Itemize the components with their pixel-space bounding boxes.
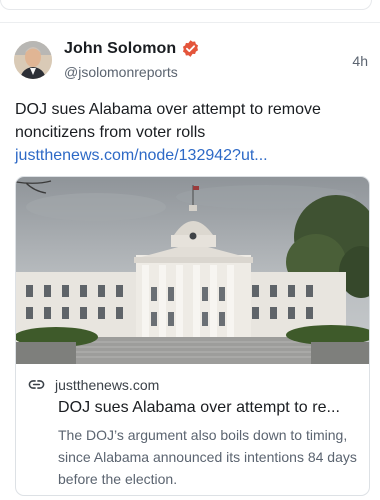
- post-divider: [0, 22, 380, 23]
- link-preview-title: DOJ sues Alabama over attempt to re...: [58, 399, 341, 416]
- link-preview-domain-row: justthenews.com: [28, 376, 159, 393]
- post-text: DOJ sues Alabama over attempt to remove …: [15, 98, 371, 167]
- verified-badge-icon: [181, 39, 200, 58]
- post-body-text: DOJ sues Alabama over attempt to remove …: [15, 101, 321, 141]
- author-display-name[interactable]: John Solomon: [64, 40, 176, 58]
- link-preview-card[interactable]: justthenews.com DOJ sues Alabama over at…: [15, 176, 370, 496]
- link-preview-description: The DOJ’s argument also boils down to ti…: [58, 427, 357, 487]
- author-handle[interactable]: @jsolomonreports: [64, 64, 178, 80]
- link-preview-image: [16, 177, 369, 364]
- link-icon: [28, 376, 45, 393]
- author-name-row: John Solomon: [64, 39, 200, 58]
- link-preview-domain: justthenews.com: [55, 376, 160, 393]
- avatar[interactable]: [14, 41, 52, 79]
- previous-post-card-edge: [0, 0, 372, 10]
- post-timestamp[interactable]: 4h: [352, 53, 368, 69]
- post-link[interactable]: justthenews.com/node/132942?ut...: [15, 147, 268, 164]
